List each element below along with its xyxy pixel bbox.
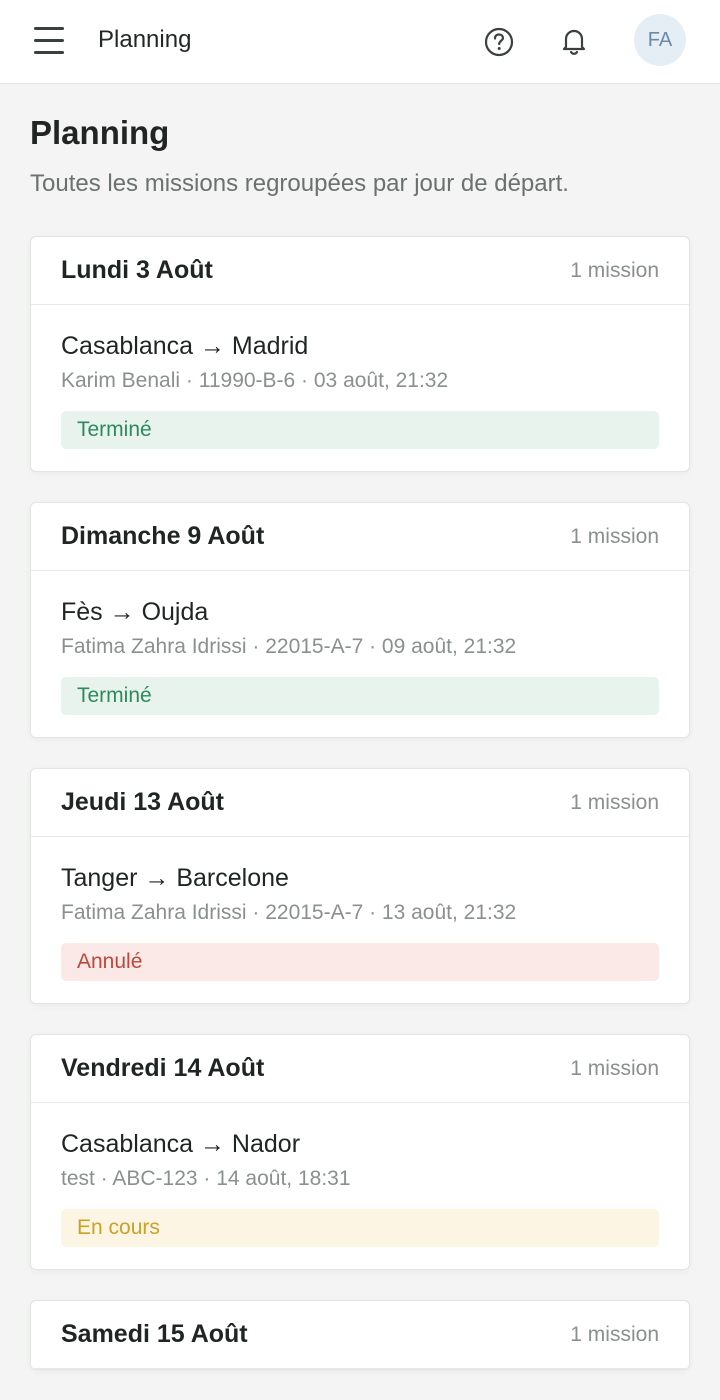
mission-route: Casablanca → Nador [61,1130,301,1158]
mission-item[interactable]: Casablanca → Madrid Karim Benali · 11990… [31,305,689,471]
avatar[interactable]: FA [634,14,686,66]
day-header: Vendredi 14 Août 1 mission [31,1035,689,1103]
day-card: Lundi 3 Août 1 mission Casablanca → Madr… [30,236,690,472]
topbar-title: Planning [98,26,192,53]
mission-meta: test · ABC-123 · 14 août, 18:31 [61,1167,351,1190]
mission-meta: Fatima Zahra Idrissi · 22015-A-7 · 13 ao… [61,901,517,924]
help-icon[interactable] [484,27,514,57]
mission-item[interactable]: Fès → Oujda Fatima Zahra Idrissi · 22015… [31,571,689,737]
day-card: Samedi 15 Août 1 mission [30,1300,690,1370]
day-label: Samedi 15 Août [61,1320,248,1348]
status-badge: Terminé [61,411,659,449]
mission-meta: Karim Benali · 11990-B-6 · 03 août, 21:3… [61,369,449,392]
day-list: Lundi 3 Août 1 mission Casablanca → Madr… [30,236,690,1400]
day-header: Lundi 3 Août 1 mission [31,237,689,305]
day-label: Lundi 3 Août [61,256,213,284]
mission-count: 1 mission [570,790,659,814]
mission-count: 1 mission [570,258,659,282]
mission-item[interactable]: Tanger → Barcelone Fatima Zahra Idrissi … [31,837,689,1003]
day-card: Dimanche 9 Août 1 mission Fès → Oujda Fa… [30,502,690,738]
day-header: Samedi 15 Août 1 mission [31,1301,689,1369]
day-header: Dimanche 9 Août 1 mission [31,503,689,571]
mission-meta: Fatima Zahra Idrissi · 22015-A-7 · 09 ao… [61,635,517,658]
mission-route: Fès → Oujda [61,598,209,626]
page-subtitle: Toutes les missions regroupées par jour … [30,170,569,197]
mission-count: 1 mission [570,1056,659,1080]
day-label: Vendredi 14 Août [61,1054,265,1082]
status-badge: Terminé [61,677,659,715]
mission-route: Tanger → Barcelone [61,864,289,892]
day-label: Dimanche 9 Août [61,522,265,550]
mission-item[interactable]: Casablanca → Nador test · ABC-123 · 14 a… [31,1103,689,1269]
menu-icon[interactable] [34,26,64,54]
day-card: Jeudi 13 Août 1 mission Tanger → Barcelo… [30,768,690,1004]
top-bar: Planning FA [0,0,720,84]
mission-count: 1 mission [570,524,659,548]
mission-route: Casablanca → Madrid [61,332,309,360]
day-header: Jeudi 13 Août 1 mission [31,769,689,837]
page-title: Planning [30,114,170,151]
day-card: Vendredi 14 Août 1 mission Casablanca → … [30,1034,690,1270]
mission-count: 1 mission [570,1322,659,1346]
status-badge: En cours [61,1209,659,1247]
status-badge: Annulé [61,943,659,981]
bell-icon[interactable] [559,26,589,56]
day-label: Jeudi 13 Août [61,788,224,816]
